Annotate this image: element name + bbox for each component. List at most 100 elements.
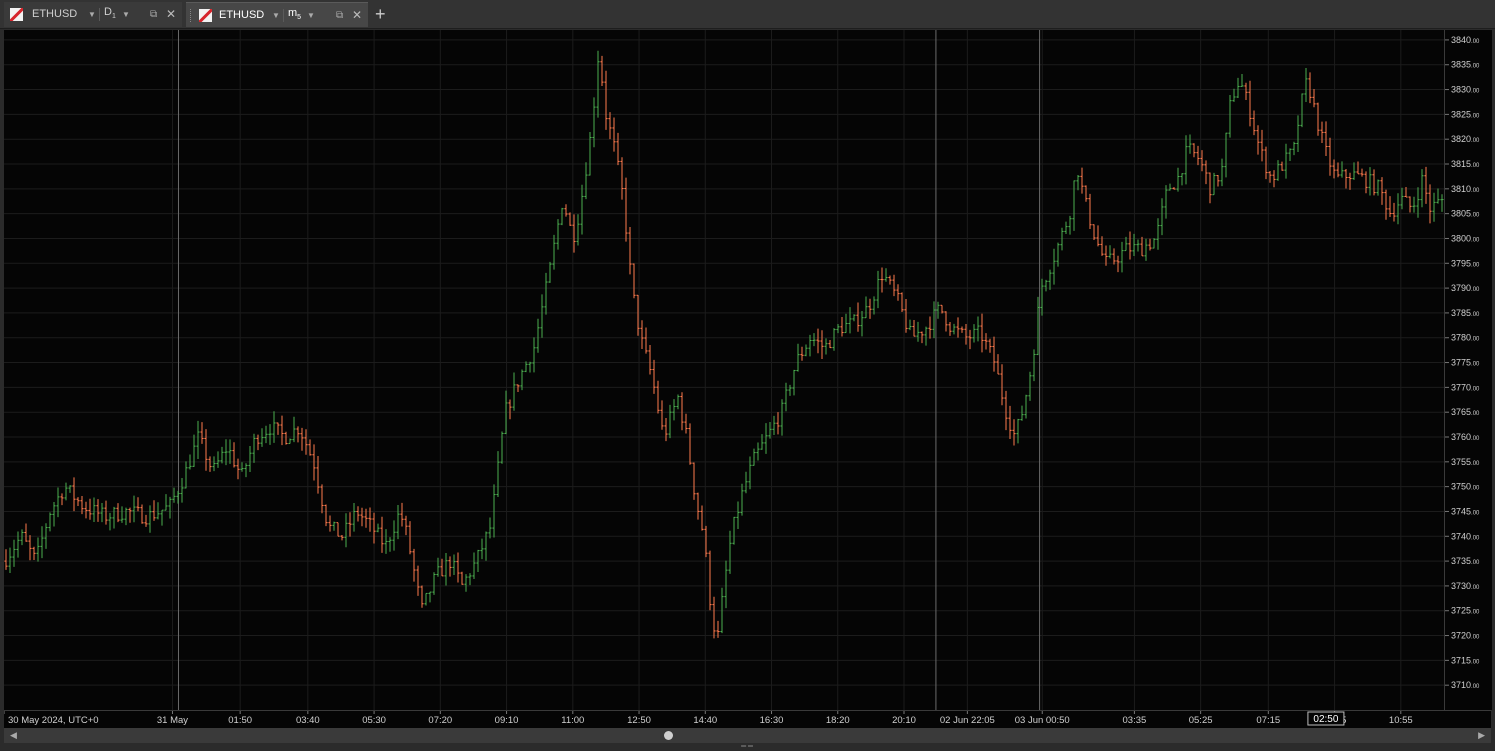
ohlc-bar — [688, 423, 692, 465]
chart-area[interactable] — [4, 30, 1444, 710]
ohlc-bar — [112, 506, 116, 529]
ohlc-bar — [132, 495, 136, 523]
ohlc-bar — [800, 346, 804, 361]
chevron-down-icon[interactable]: ▼ — [122, 2, 130, 27]
ohlc-bar — [592, 97, 596, 148]
plus-icon[interactable]: + — [375, 3, 386, 25]
ohlc-bar — [336, 522, 340, 537]
chart-tab-daily[interactable]: ETHUSD ▼ D1 ▼ ⧉ ✕ — [4, 2, 182, 27]
ohlc-bar — [640, 320, 644, 350]
chevron-down-icon[interactable]: ▼ — [272, 3, 280, 28]
ohlc-bar — [128, 507, 132, 523]
ohlc-bar — [740, 483, 744, 516]
timeframe-selector[interactable]: D1 — [104, 0, 116, 29]
ohlc-bar — [304, 429, 308, 455]
timeframe-selector[interactable]: m5 — [288, 1, 301, 30]
ohlc-bar — [616, 132, 620, 166]
ohlc-bar — [1024, 394, 1028, 419]
ohlc-bar — [196, 420, 200, 459]
ohlc-bar — [200, 422, 204, 444]
ohlc-bar — [264, 425, 268, 444]
ohlc-bar — [1360, 168, 1364, 177]
ohlc-bar — [448, 556, 452, 577]
popout-icon[interactable]: ⧉ — [150, 2, 157, 27]
ohlc-bar — [36, 537, 40, 562]
ohlc-bar — [588, 131, 592, 176]
ohlc-bar — [544, 272, 548, 315]
time-axis[interactable]: 30 May 2024, UTC+0 31 May 01:50 03:40 05:30 0… — [3, 710, 1491, 728]
chevron-down-icon[interactable]: ▼ — [88, 2, 96, 27]
scroll-thumb[interactable] — [664, 731, 673, 740]
ohlc-bar — [1384, 189, 1388, 220]
ohlc-bar — [1148, 238, 1152, 251]
chart-tab-m5[interactable]: ETHUSD ▼ m5 ▼ ⧉ ✕ — [186, 2, 368, 27]
ohlc-bar — [996, 354, 1000, 375]
ohlc-bar — [752, 448, 756, 466]
ohlc-bar — [276, 422, 280, 435]
ohlc-bar — [148, 505, 152, 533]
ohlc-bar — [52, 502, 56, 527]
chevron-down-icon[interactable]: ▼ — [307, 3, 315, 28]
ohlc-bar — [328, 515, 332, 532]
ohlc-bar — [464, 574, 468, 592]
ohlc-bar — [1176, 167, 1180, 192]
close-icon[interactable]: ✕ — [166, 2, 176, 27]
ohlc-bar — [600, 55, 604, 86]
ohlc-bar — [692, 462, 696, 500]
ohlc-bar — [1116, 255, 1120, 273]
ohlc-bar — [1396, 193, 1400, 225]
ohlc-bar — [1272, 170, 1276, 188]
time-tick-label: 07:15 — [1256, 715, 1280, 726]
timeframe-sub: 5 — [297, 14, 302, 22]
ohlc-bar — [1276, 160, 1280, 181]
ohlc-bar — [656, 380, 660, 414]
ohlc-bar — [944, 311, 948, 332]
scroll-right-icon[interactable]: ▶ — [1478, 728, 1485, 743]
ohlc-bar — [968, 329, 972, 350]
ohlc-bar — [992, 336, 996, 372]
ohlc-bar — [244, 463, 248, 478]
ohlc-bar — [176, 490, 180, 504]
ohlc-bar — [908, 319, 912, 331]
ohlc-bar — [1004, 390, 1008, 431]
popout-icon[interactable]: ⧉ — [336, 3, 343, 28]
time-tick-label: 10:55 — [1389, 715, 1413, 726]
ohlc-bar — [1260, 129, 1264, 162]
scroll-left-icon[interactable]: ◀ — [10, 728, 17, 743]
resize-grip[interactable]: ═ ═ — [735, 743, 759, 750]
ohlc-bar — [296, 426, 300, 443]
horizontal-scrollbar[interactable]: ◀ ▶ — [4, 728, 1491, 743]
ohlc-bar — [780, 399, 784, 436]
ohlc-bar — [1328, 137, 1332, 176]
tab-bar: ETHUSD ▼ D1 ▼ ⧉ ✕ ETHUSD ▼ m5 ▼ ⧉ ✕ + — [0, 0, 1495, 29]
ohlc-bar — [1220, 158, 1224, 187]
ohlc-bar — [228, 439, 232, 464]
ohlc-bar — [1068, 215, 1072, 235]
ohlc-bar — [1256, 125, 1260, 155]
ohlc-bar — [1248, 80, 1252, 127]
ohlc-bar — [8, 547, 12, 574]
ohlc-bar — [860, 310, 864, 337]
ohlc-bar — [1264, 146, 1268, 180]
ohlc-bar — [564, 204, 568, 217]
ohlc-bar — [500, 431, 504, 464]
ohlc-bar — [872, 296, 876, 315]
ohlc-bar — [56, 487, 60, 518]
ohlc-bar — [164, 494, 168, 511]
price-tick-label: 3770.00 — [1451, 382, 1480, 392]
ohlc-bar — [1236, 77, 1240, 99]
ohlc-bar — [948, 321, 952, 336]
ohlc-bar — [984, 333, 988, 350]
time-tick-label: 12:50 — [627, 715, 651, 726]
price-chart[interactable] — [4, 30, 1444, 710]
ohlc-bar — [1280, 161, 1284, 171]
ohlc-bar — [212, 456, 216, 472]
ohlc-bar — [480, 538, 484, 560]
price-axis[interactable]: 3710.00 3715.00 3720.00 3725.00 3730.00 3735.… — [1444, 30, 1492, 710]
drag-handle[interactable] — [190, 9, 193, 22]
price-tick-label: 3785.00 — [1451, 308, 1480, 318]
ohlc-bar — [220, 446, 224, 464]
ohlc-bar — [1008, 405, 1012, 439]
time-tick-label: 07:20 — [428, 715, 452, 726]
close-icon[interactable]: ✕ — [352, 3, 362, 28]
